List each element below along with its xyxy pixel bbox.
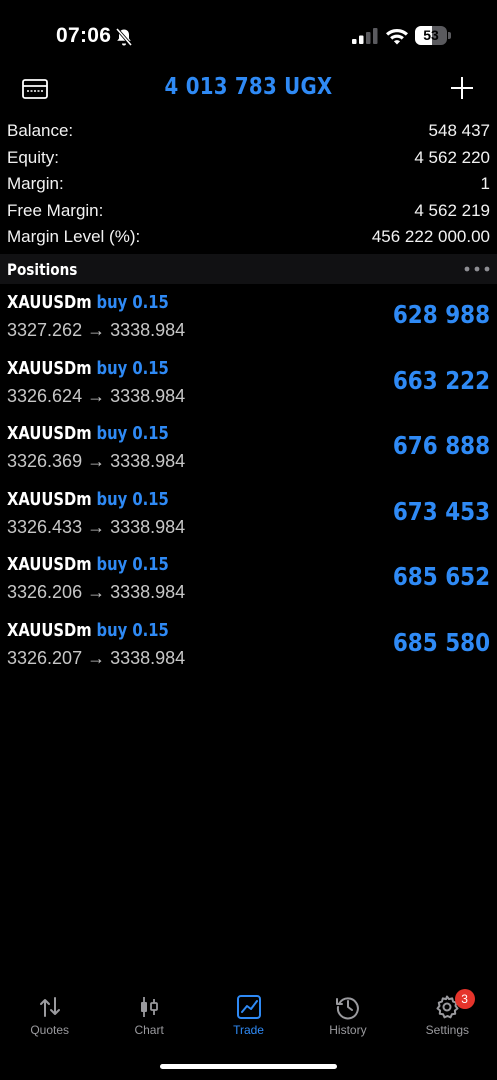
position-prices: 3326.624 → 3338.984 xyxy=(7,385,186,406)
battery-percent: 53 xyxy=(423,27,439,43)
position-symbol: XAUUSDm xyxy=(7,488,92,510)
add-order-icon[interactable] xyxy=(449,75,475,101)
position-side: buy 0.15 xyxy=(96,554,169,575)
position-symbol-line: XAUUSDm buy 0.15 xyxy=(7,489,169,510)
summary-label: Free Margin: xyxy=(7,200,104,220)
top-bar: 4 013 783 UGX xyxy=(0,66,497,112)
notification-badge: 3 xyxy=(454,989,475,1009)
trade-chart-icon xyxy=(236,995,261,1019)
tab-label: Chart xyxy=(134,1023,164,1037)
summary-value: 1 xyxy=(480,174,490,194)
summary-label: Margin Level (%): xyxy=(7,227,141,247)
tab-label: Settings xyxy=(425,1023,469,1037)
summary-row-free-margin: Free Margin: 4 562 219 xyxy=(0,198,497,225)
positions-list: XAUUSDm buy 0.15 3327.262 → 3338.984 628 … xyxy=(0,288,497,681)
position-side: buy 0.15 xyxy=(96,357,169,379)
position-profit: 676 888 xyxy=(392,431,490,460)
position-row[interactable]: XAUUSDm buy 0.15 3327.262 → 3338.984 628 … xyxy=(0,288,497,354)
history-clock-icon xyxy=(335,997,359,1020)
position-side: buy 0.15 xyxy=(96,619,169,641)
summary-row-margin: Margin: 1 xyxy=(0,171,497,198)
tab-trade[interactable]: Trade xyxy=(199,985,298,1045)
tab-history[interactable]: History xyxy=(298,985,397,1045)
summary-value: 456 222 000.00 xyxy=(371,227,490,247)
position-symbol-line: XAUUSDm buy 0.15 xyxy=(7,620,169,641)
position-prices: 3326.206 → 3338.984 xyxy=(7,582,186,602)
bell-slash-icon xyxy=(115,27,133,47)
position-symbol: XAUUSDm xyxy=(7,292,92,313)
position-row[interactable]: XAUUSDm buy 0.15 3326.369 → 3338.984 676 … xyxy=(0,419,497,485)
battery-indicator: 53 xyxy=(415,26,451,46)
position-prices: 3326.433 → 3338.984 xyxy=(7,516,186,537)
position-row[interactable]: XAUUSDm buy 0.15 3326.206 → 3338.984 685 … xyxy=(0,550,497,616)
position-profit: 673 453 xyxy=(392,496,490,526)
position-profit: 628 988 xyxy=(392,300,490,329)
tab-label: History xyxy=(329,1023,367,1037)
position-symbol-line: XAUUSDm buy 0.15 xyxy=(7,292,169,313)
more-dots-icon[interactable] xyxy=(464,266,490,272)
position-prices: 3326.369 → 3338.984 xyxy=(7,451,186,471)
tab-label: Trade xyxy=(233,1023,264,1037)
summary-label: Equity: xyxy=(7,147,59,167)
position-row[interactable]: XAUUSDm buy 0.15 3326.433 → 3338.984 673 … xyxy=(0,485,497,551)
status-bar: 07:06 53 xyxy=(0,0,497,72)
position-row[interactable]: XAUUSDm buy 0.15 3326.207 → 3338.984 685 … xyxy=(0,616,497,682)
position-symbol-line: XAUUSDm buy 0.15 xyxy=(7,423,169,444)
position-symbol-line: XAUUSDm buy 0.15 xyxy=(7,554,169,575)
bottom-tab-bar: Quotes Chart Trade History Settings 3 xyxy=(0,985,497,1045)
position-prices: 3327.262 → 3338.984 xyxy=(7,320,186,340)
home-indicator[interactable] xyxy=(160,1064,337,1069)
account-balance-title: 4 013 783 UGX xyxy=(164,74,333,100)
summary-row-margin-level: Margin Level (%): 456 222 000.00 xyxy=(0,224,497,251)
position-profit: 685 580 xyxy=(392,627,490,657)
position-profit: 685 652 xyxy=(392,562,490,591)
summary-value: 4 562 219 xyxy=(414,200,490,220)
summary-label: Balance: xyxy=(7,121,74,141)
cellular-signal-icon xyxy=(352,28,378,44)
positions-section-header: Positions xyxy=(0,254,497,284)
position-row[interactable]: XAUUSDm buy 0.15 3326.624 → 3338.984 663 … xyxy=(0,354,497,420)
position-symbol: XAUUSDm xyxy=(7,357,92,379)
tab-quotes[interactable]: Quotes xyxy=(0,985,99,1045)
summary-row-balance: Balance: 548 437 xyxy=(0,118,497,145)
position-symbol: XAUUSDm xyxy=(7,423,92,444)
position-side: buy 0.15 xyxy=(96,488,169,510)
tab-chart[interactable]: Chart xyxy=(99,985,198,1045)
tab-settings[interactable]: Settings 3 xyxy=(398,985,497,1045)
summary-value: 4 562 220 xyxy=(414,147,490,167)
wifi-icon xyxy=(386,29,408,45)
summary-row-equity: Equity: 4 562 220 xyxy=(0,145,497,172)
position-symbol-line: XAUUSDm buy 0.15 xyxy=(7,358,169,379)
position-side: buy 0.15 xyxy=(96,423,169,444)
position-prices: 3326.207 → 3338.984 xyxy=(7,647,186,668)
position-side: buy 0.15 xyxy=(96,292,169,313)
position-symbol: XAUUSDm xyxy=(7,619,92,641)
summary-value: 548 437 xyxy=(428,121,490,141)
candlestick-chart-icon xyxy=(141,997,159,1017)
tab-label: Quotes xyxy=(30,1023,70,1037)
positions-title: Positions xyxy=(7,259,78,279)
account-summary: Balance: 548 437 Equity: 4 562 220 Margi… xyxy=(0,118,497,251)
quotes-arrows-icon xyxy=(39,997,60,1017)
summary-label: Margin: xyxy=(7,174,64,194)
status-time: 07:06 xyxy=(56,24,112,47)
position-symbol: XAUUSDm xyxy=(7,554,92,575)
position-profit: 663 222 xyxy=(392,365,490,395)
